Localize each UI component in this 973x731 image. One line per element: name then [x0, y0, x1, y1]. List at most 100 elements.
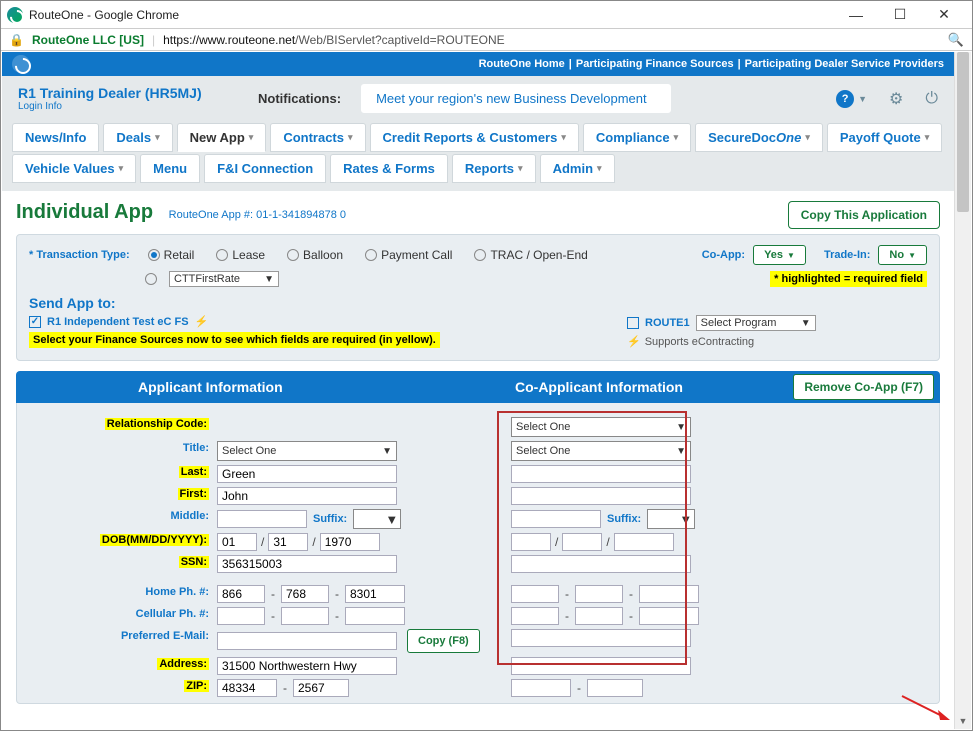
copy-application-button[interactable]: Copy This Application — [788, 201, 940, 229]
minimize-button[interactable]: — — [834, 2, 878, 28]
chevron-down-icon: ▼ — [679, 512, 692, 527]
coapp-cellph-3[interactable] — [639, 607, 699, 625]
zoom-icon[interactable]: 🔍 — [948, 32, 964, 48]
chevron-down-icon: ▼ — [787, 251, 795, 260]
copy-f8-button[interactable]: Copy (F8) — [407, 629, 480, 653]
app-dob-yyyy[interactable] — [320, 533, 380, 551]
program-radio[interactable] — [145, 273, 157, 285]
tab-menu[interactable]: Menu — [140, 154, 200, 183]
notification-message[interactable]: Meet your region's new Business Developm… — [361, 84, 671, 113]
coapp-dropdown[interactable]: Yes▼ — [753, 245, 806, 265]
label-email: Preferred E-Mail: — [27, 627, 217, 655]
coapp-dob-dd[interactable] — [562, 533, 602, 551]
coapp-cellph-1[interactable] — [511, 607, 559, 625]
app-title-select[interactable]: Select One▼ — [217, 441, 397, 461]
tab-credit-reports-customers[interactable]: Credit Reports & Customers▾ — [370, 123, 579, 152]
radio-icon — [365, 249, 377, 261]
routeone-logo-icon[interactable] — [12, 55, 30, 73]
app-cellph-1[interactable] — [217, 607, 265, 625]
coapp-title-select[interactable]: Select One▼ — [511, 441, 691, 461]
coapp-last-input[interactable] — [511, 465, 691, 483]
tab-vehicle-values[interactable]: Vehicle Values▾ — [12, 154, 136, 183]
coapp-zip2-input[interactable] — [587, 679, 643, 697]
route1-program-select[interactable]: Select Program▼ — [696, 315, 816, 331]
app-cellph-2[interactable] — [281, 607, 329, 625]
fs-checkbox-r1independent[interactable] — [29, 316, 41, 328]
coapp-ssn-input[interactable] — [511, 555, 691, 573]
tab-admin[interactable]: Admin▾ — [540, 154, 615, 183]
scrollbar-thumb[interactable] — [957, 52, 969, 212]
link-participating-fs[interactable]: Participating Finance Sources — [576, 58, 734, 70]
app-cellph-3[interactable] — [345, 607, 405, 625]
chevron-down-icon: ▾ — [348, 132, 353, 143]
coapp-homeph-2[interactable] — [575, 585, 623, 603]
coapp-cellph-2[interactable] — [575, 607, 623, 625]
app-homeph-2[interactable] — [281, 585, 329, 603]
login-info-link[interactable]: Login Info — [18, 101, 238, 112]
app-dob-mm[interactable] — [217, 533, 257, 551]
app-last-input[interactable] — [217, 465, 397, 483]
coapp-homeph-3[interactable] — [639, 585, 699, 603]
fs-checkbox-route1[interactable] — [627, 317, 639, 329]
program-select[interactable]: CTTFirstRate▼ — [169, 271, 279, 287]
tab-compliance[interactable]: Compliance▾ — [583, 123, 691, 152]
coapp-dob-yyyy[interactable] — [614, 533, 674, 551]
coapp-address-input[interactable] — [511, 657, 691, 675]
gear-icon[interactable]: ⚙ — [889, 89, 903, 109]
label-first: First: — [178, 488, 210, 500]
app-homeph-3[interactable] — [345, 585, 405, 603]
app-middle-input[interactable] — [217, 510, 307, 528]
tab-contracts[interactable]: Contracts▾ — [270, 123, 365, 152]
app-suffix-select[interactable]: ▼ — [353, 509, 401, 529]
tradein-dropdown[interactable]: No▼ — [878, 245, 927, 265]
tab-deals[interactable]: Deals▾ — [103, 123, 172, 152]
trans-option-payment-call[interactable]: Payment Call — [365, 248, 452, 262]
coapp-zip1-input[interactable] — [511, 679, 571, 697]
link-participating-dsp[interactable]: Participating Dealer Service Providers — [745, 58, 944, 70]
tab-payoff-quote[interactable]: Payoff Quote▾ — [827, 123, 942, 152]
power-icon[interactable]: ⏻ — [925, 90, 938, 108]
window-titlebar: RouteOne - Google Chrome — ☐ ✕ — [1, 1, 972, 29]
app-address-input[interactable] — [217, 657, 397, 675]
fs-label-r1independent[interactable]: R1 Independent Test eC FS — [47, 316, 189, 328]
coapp-first-input[interactable] — [511, 487, 691, 505]
app-zip1-input[interactable] — [217, 679, 277, 697]
tab-securedocone[interactable]: SecureDocOne▾ — [695, 123, 823, 152]
close-button[interactable]: ✕ — [922, 2, 966, 28]
app-email-input[interactable] — [217, 632, 397, 650]
trans-option-lease[interactable]: Lease — [216, 248, 265, 262]
url-text[interactable]: https://www.routeone.net/Web/BIServlet?c… — [163, 33, 940, 47]
app-ssn-input[interactable] — [217, 555, 397, 573]
trans-option-balloon[interactable]: Balloon — [287, 248, 343, 262]
tab-new-app[interactable]: New App▾ — [177, 123, 267, 152]
tab-rates-forms[interactable]: Rates & Forms — [330, 154, 448, 183]
trans-option-retail[interactable]: Retail — [148, 248, 195, 262]
coapp-email-input[interactable] — [511, 629, 691, 647]
coapp-relationship-select[interactable]: Select One▼ — [511, 417, 691, 437]
dealer-name[interactable]: R1 Training Dealer (HR5MJ) — [18, 85, 238, 101]
app-zip2-input[interactable] — [293, 679, 349, 697]
scroll-down-icon[interactable]: ▼ — [955, 713, 971, 729]
tab-news-info[interactable]: News/Info — [12, 123, 99, 152]
trans-option-trac-open-end[interactable]: TRAC / Open-End — [474, 248, 587, 262]
help-dropdown[interactable]: ? ▼ — [836, 90, 867, 108]
fs-label-route1[interactable]: ROUTE1 — [645, 317, 690, 329]
coapp-middle-input[interactable] — [511, 510, 601, 528]
app-icon — [7, 7, 23, 23]
coapp-dob-mm[interactable] — [511, 533, 551, 551]
chevron-down-icon: ▼ — [858, 94, 867, 104]
tab-reports[interactable]: Reports▾ — [452, 154, 536, 183]
label-homeph: Home Ph. #: — [27, 583, 217, 605]
tab-f-i-connection[interactable]: F&I Connection — [204, 154, 326, 183]
link-routeone-home[interactable]: RouteOne Home — [479, 58, 565, 70]
app-dob-dd[interactable] — [268, 533, 308, 551]
chevron-down-icon: ▼ — [676, 422, 686, 433]
vertical-scrollbar[interactable]: ▲ ▼ — [954, 52, 971, 729]
coapp-homeph-1[interactable] — [511, 585, 559, 603]
maximize-button[interactable]: ☐ — [878, 2, 922, 28]
coapp-suffix-select[interactable]: ▼ — [647, 509, 695, 529]
applicant-info-header: Applicant Information — [16, 373, 405, 401]
app-first-input[interactable] — [217, 487, 397, 505]
app-homeph-1[interactable] — [217, 585, 265, 603]
remove-coapp-button[interactable]: Remove Co-App (F7) — [793, 374, 934, 400]
